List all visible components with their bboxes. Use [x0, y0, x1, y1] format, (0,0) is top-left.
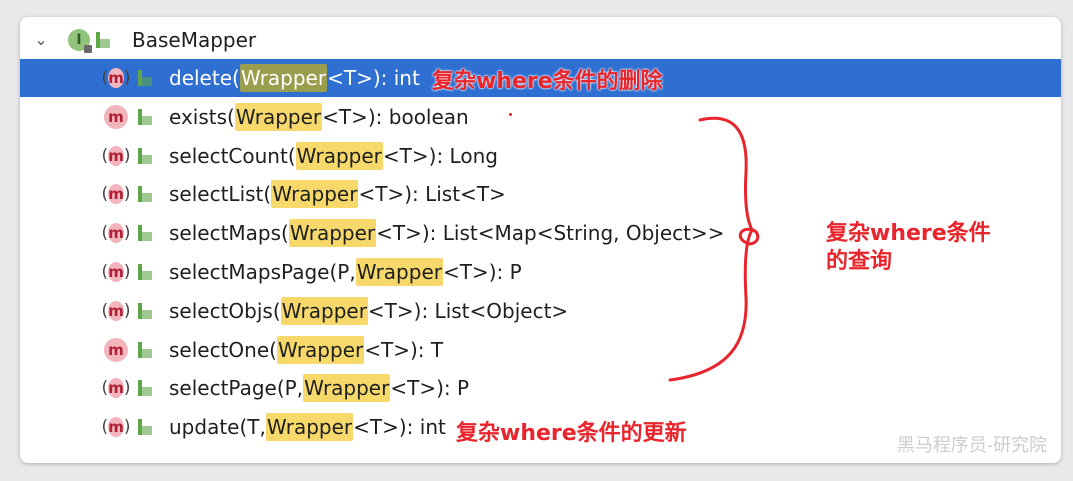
- method-signature: exists(Wrapper <T>): boolean: [169, 98, 469, 136]
- method-icon: (m): [101, 378, 131, 399]
- public-visibility-icon: [138, 147, 152, 164]
- method-signature: selectOne(Wrapper <T>): T: [169, 331, 443, 369]
- public-visibility-icon: [138, 264, 152, 280]
- public-visibility-icon: [138, 341, 152, 358]
- method-return: <T>): P: [390, 376, 470, 401]
- method-name: selectMapsPage(P,: [169, 260, 356, 284]
- annotation-update: 复杂where条件的更新: [456, 421, 687, 446]
- method-name: selectCount(: [169, 143, 296, 168]
- method-icon: (m): [101, 262, 131, 282]
- param-type-highlight: Wrapper: [295, 141, 383, 170]
- param-type-highlight: Wrapper: [271, 180, 359, 209]
- method-icon: (m): [101, 145, 131, 166]
- method-row-selectOne[interactable]: m selectOne(Wrapper <T>): T: [20, 331, 1061, 369]
- method-row-selectObjs[interactable]: (m) selectObjs(Wrapper <T>): List<Object>: [20, 292, 1061, 330]
- public-visibility-icon: [138, 70, 152, 86]
- method-name: selectPage(P,: [169, 376, 304, 401]
- red-brace-drawing: [668, 116, 760, 382]
- method-name: selectObjs(: [169, 298, 281, 323]
- method-row-selectCount[interactable]: (m) selectCount(Wrapper <T>): Long: [20, 137, 1061, 175]
- method-return: <T>): List<T>: [358, 182, 506, 207]
- method-signature: update(T, Wrapper <T>): int: [169, 408, 446, 446]
- method-icon: m: [104, 104, 128, 129]
- method-row-selectList[interactable]: (m) selectList(Wrapper <T>): List<T>: [20, 175, 1061, 213]
- method-signature: selectMapsPage(P, Wrapper <T>): P: [169, 253, 522, 291]
- method-row-selectPage[interactable]: (m) selectPage(P, Wrapper <T>): P: [20, 369, 1061, 407]
- param-type-highlight: Wrapper: [276, 335, 365, 364]
- param-type-highlight: Wrapper: [288, 219, 377, 248]
- annotation-query: 复杂where条件 的查询: [826, 220, 991, 276]
- tree-root-basemapper[interactable]: ⌄ I BaseMapper: [20, 21, 1061, 59]
- method-icon: (m): [101, 68, 131, 88]
- method-signature: delete(Wrapper <T>): int: [169, 59, 420, 97]
- param-type-highlight: Wrapper: [265, 413, 354, 442]
- method-return: <T>): int: [327, 66, 420, 90]
- method-return: <T>): P: [442, 260, 522, 284]
- method-return: <T>): boolean: [322, 104, 469, 129]
- method-icon: (m): [101, 300, 131, 321]
- stray-mark: [509, 113, 512, 116]
- structure-panel: ⌄ I BaseMapper (m) delete(Wrapper <T>): in…: [20, 17, 1061, 463]
- method-return: <T>): T: [364, 337, 444, 362]
- method-row-exists[interactable]: m exists(Wrapper <T>): boolean: [20, 98, 1061, 136]
- watermark: 黑马程序员-研究院: [896, 435, 1047, 456]
- method-icon: m: [104, 337, 128, 362]
- method-icon: (m): [101, 184, 131, 205]
- annotation-query-line2: 的查询: [826, 249, 893, 274]
- method-icon: (m): [101, 223, 131, 244]
- method-return: <T>): Long: [382, 143, 498, 168]
- method-signature: selectCount(Wrapper <T>): Long: [169, 137, 498, 175]
- lock-icon: [84, 45, 92, 53]
- annotation-query-line1: 复杂where条件: [826, 221, 991, 246]
- method-signature: selectPage(P, Wrapper <T>): P: [169, 369, 469, 407]
- method-signature: selectMaps(Wrapper <T>): List<Map<String,…: [169, 214, 725, 252]
- param-type-highlight: Wrapper: [303, 374, 391, 403]
- param-type-highlight: Wrapper: [234, 102, 323, 131]
- method-signature: selectObjs(Wrapper <T>): List<Object>: [169, 292, 568, 330]
- public-visibility-icon: [138, 419, 152, 436]
- param-type-highlight: Wrapper: [355, 258, 443, 286]
- method-signature: selectList(Wrapper <T>): List<T>: [169, 175, 506, 213]
- method-name: selectList(: [169, 182, 272, 207]
- method-name: update(T,: [169, 415, 266, 440]
- method-icon: (m): [101, 417, 131, 438]
- public-visibility-icon: [138, 302, 152, 319]
- param-type-highlight: Wrapper: [280, 296, 368, 325]
- public-visibility-icon: [138, 186, 152, 203]
- public-visibility-icon: [138, 108, 152, 125]
- method-return: <T>): int: [353, 415, 446, 440]
- method-name: delete(: [169, 66, 240, 90]
- public-visibility-icon: [138, 225, 152, 242]
- root-label: BaseMapper: [132, 28, 257, 52]
- method-name: exists(: [169, 104, 235, 129]
- method-name: selectMaps(: [169, 221, 289, 246]
- param-type-highlight: Wrapper: [239, 64, 328, 92]
- chevron-down-icon[interactable]: ⌄: [32, 30, 50, 49]
- annotation-delete: 复杂where条件的删除: [432, 69, 663, 94]
- public-visibility-icon: [138, 380, 152, 397]
- method-name: selectOne(: [169, 337, 277, 362]
- method-return: <T>): List<Object>: [367, 298, 569, 323]
- public-visibility-icon: [96, 32, 110, 48]
